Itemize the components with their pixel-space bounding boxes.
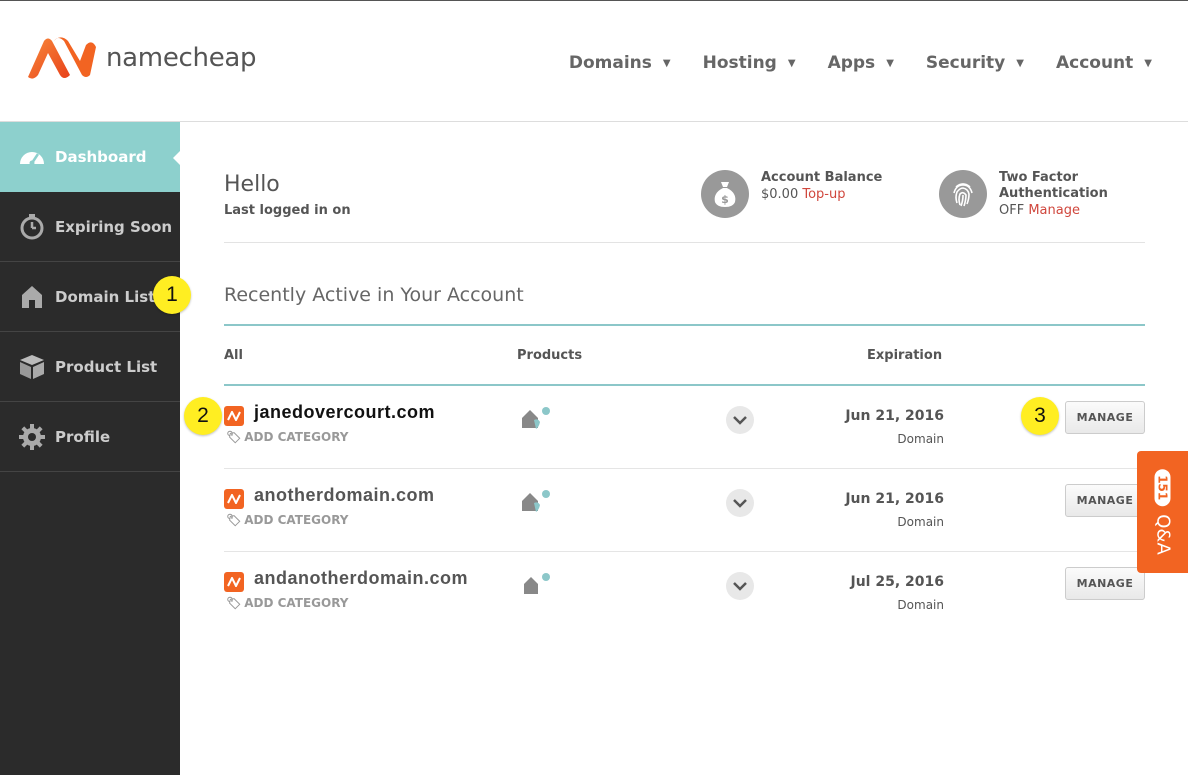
timer-icon <box>18 213 46 241</box>
qa-feedback-tab[interactable]: 151 Q&A <box>1137 451 1188 573</box>
nav-hosting[interactable]: Hosting ▼ <box>703 53 796 73</box>
domain-name-link[interactable]: anotherdomain.com <box>254 485 435 506</box>
nav-label: Security <box>925 53 1006 73</box>
annotation-badge-2: 2 <box>184 397 222 435</box>
manage-button[interactable]: MANAGE <box>1065 567 1145 600</box>
domain-name-link[interactable]: janedovercourt.com <box>254 402 435 423</box>
sidebar: Dashboard Expiring Soon Domain List Prod… <box>0 122 181 775</box>
main-nav: Domains ▼ Hosting ▼ Apps ▼ Security ▼ Accoun… <box>537 53 1152 73</box>
brand-name: namecheap <box>106 43 257 73</box>
table-row: andanotherdomain.com 🏷 ADD CATEGORY Jul 2… <box>224 552 1145 635</box>
nav-label: Apps <box>827 53 876 73</box>
speedometer-icon <box>18 143 46 171</box>
add-category-label: ADD CATEGORY <box>244 430 349 444</box>
annotation-badge-1: 1 <box>153 276 191 314</box>
domain-name-link[interactable]: andanotherdomain.com <box>254 568 468 589</box>
recently-active-title: Recently Active in Your Account <box>224 284 524 306</box>
chevron-down-icon: ▼ <box>886 57 894 69</box>
sidebar-item-label: Domain List <box>55 287 156 306</box>
add-category-label: ADD CATEGORY <box>244 513 349 527</box>
chevron-down-icon <box>733 498 747 508</box>
house-icon <box>18 283 46 311</box>
two-factor-manage-link[interactable]: Manage <box>1028 203 1080 218</box>
column-header-products: Products <box>517 348 583 363</box>
table-row: janedovercourt.com 🏷 ADD CATEGORY Jun 21,… <box>224 386 1145 469</box>
sidebar-item-label: Dashboard <box>55 148 147 166</box>
add-category-link[interactable]: 🏷 ADD CATEGORY <box>226 430 349 444</box>
qa-count-badge: 151 <box>1154 469 1171 507</box>
sidebar-item-label: Profile <box>55 427 111 446</box>
domain-product-icon[interactable] <box>521 572 555 596</box>
chevron-down-icon <box>733 415 747 425</box>
balance-title: Account Balance <box>761 170 883 185</box>
manage-button[interactable]: MANAGE <box>1065 484 1145 517</box>
chevron-down-icon: ▼ <box>1016 57 1024 69</box>
balance-line: $0.00 Top-up <box>761 186 882 204</box>
svg-text:$: $ <box>721 193 729 206</box>
divider <box>224 242 1145 243</box>
fingerprint-icon <box>939 170 987 218</box>
two-factor-auth: Two Factor Authentication OFF Manage <box>939 170 1108 220</box>
qa-tab-content: 151 Q&A <box>1152 469 1173 555</box>
add-category-link[interactable]: 🏷 ADD CATEGORY <box>226 513 349 527</box>
topup-link[interactable]: Top-up <box>802 187 845 202</box>
chevron-down-icon: ▼ <box>662 57 671 69</box>
expiration-date: Jun 21, 2016 <box>845 408 944 424</box>
sidebar-item-label: Expiring Soon <box>55 217 173 236</box>
chevron-down-icon: ▼ <box>1144 57 1152 69</box>
namecheap-domain-icon <box>224 406 244 426</box>
table-row: anotherdomain.com 🏷 ADD CATEGORY Jun 21, … <box>224 469 1145 552</box>
sidebar-item-expiring-soon[interactable]: Expiring Soon <box>0 192 180 262</box>
chevron-down-icon <box>733 581 747 591</box>
nav-label: Domains <box>568 53 652 73</box>
two-factor-status: OFF <box>999 203 1025 218</box>
last-logged-text: Last logged in on <box>224 203 351 218</box>
divider-teal <box>224 324 1145 326</box>
tag-plus-icon: 🏷 <box>226 513 242 527</box>
expand-chevron-button[interactable] <box>726 406 754 434</box>
nav-label: Hosting <box>702 53 777 73</box>
nav-account[interactable]: Account ▼ <box>1056 53 1152 73</box>
sidebar-item-label: Product List <box>55 357 158 376</box>
two-factor-line: OFF Manage <box>999 202 1108 220</box>
chevron-down-icon: ▼ <box>787 57 796 69</box>
two-factor-title-line1: Two Factor <box>999 170 1079 185</box>
sidebar-item-profile[interactable]: Profile <box>0 402 180 472</box>
top-header: namecheap Domains ▼ Hosting ▼ Apps ▼ Securi… <box>0 0 1188 122</box>
column-header-all[interactable]: All <box>224 348 243 363</box>
balance-amount: $0.00 <box>761 187 799 202</box>
gear-icon <box>18 423 46 451</box>
nav-domains[interactable]: Domains ▼ <box>569 53 671 73</box>
money-bag-icon: $ <box>701 170 749 218</box>
expand-chevron-button[interactable] <box>726 572 754 600</box>
sidebar-item-product-list[interactable]: Product List <box>0 332 180 402</box>
nav-security[interactable]: Security ▼ <box>926 53 1024 73</box>
tag-plus-icon: 🏷 <box>226 596 242 610</box>
expiration-date: Jul 25, 2016 <box>850 574 945 590</box>
qa-label: Q&A <box>1152 514 1173 555</box>
add-category-link[interactable]: 🏷 ADD CATEGORY <box>226 596 349 610</box>
nav-label: Account <box>1055 53 1134 73</box>
expiration-type: Domain <box>897 432 944 446</box>
expiration-type: Domain <box>897 598 944 612</box>
two-factor-title-line2: Authentication <box>999 186 1108 201</box>
sidebar-item-dashboard[interactable]: Dashboard <box>0 122 181 192</box>
box-icon <box>18 353 46 381</box>
account-balance: $ Account Balance $0.00 Top-up <box>701 170 882 218</box>
namecheap-domain-icon <box>224 572 244 592</box>
domain-product-icon[interactable] <box>521 489 555 513</box>
manage-button[interactable]: MANAGE <box>1065 401 1145 434</box>
namecheap-domain-icon <box>224 489 244 509</box>
column-header-expiration: Expiration <box>867 348 943 363</box>
tag-plus-icon: 🏷 <box>226 430 242 444</box>
nav-apps[interactable]: Apps ▼ <box>828 53 894 73</box>
namecheap-logo-icon <box>28 37 96 79</box>
greeting-title: Hello <box>224 172 280 197</box>
expiration-date: Jun 21, 2016 <box>845 491 944 507</box>
expiration-type: Domain <box>897 515 944 529</box>
expand-chevron-button[interactable] <box>726 489 754 517</box>
add-category-label: ADD CATEGORY <box>244 596 349 610</box>
domain-product-icon[interactable] <box>521 406 555 430</box>
namecheap-logo[interactable]: namecheap <box>24 37 257 79</box>
